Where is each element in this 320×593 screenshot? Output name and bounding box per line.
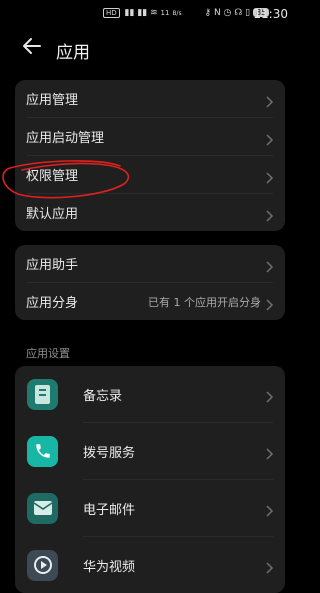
app-management-item[interactable]: 应用管理 bbox=[15, 80, 285, 117]
alarm-icon: ◷ bbox=[223, 8, 232, 18]
app-label: 备忘录 bbox=[83, 388, 123, 404]
signal-icon-2: ▮▮ bbox=[137, 8, 148, 18]
vibrate-icon: ▯ bbox=[245, 8, 251, 18]
app-startup-management-item[interactable]: 应用启动管理 bbox=[15, 118, 285, 155]
section-title-app-settings: 应用设置 bbox=[26, 347, 70, 360]
nfc-icon: N bbox=[213, 8, 221, 18]
wifi-icon: ≋ bbox=[150, 8, 158, 18]
chevron-right-icon bbox=[266, 93, 274, 108]
app-label: 电子邮件 bbox=[83, 502, 136, 518]
key-icon: ⚷ bbox=[204, 8, 212, 18]
permission-management-item[interactable]: 权限管理 bbox=[15, 156, 285, 193]
chevron-right-icon bbox=[266, 169, 274, 184]
email-icon bbox=[27, 492, 58, 524]
app-header: 应用 bbox=[0, 36, 300, 66]
phone-icon bbox=[27, 435, 58, 467]
item-label: 应用管理 bbox=[26, 93, 79, 108]
network-type-badge: HD bbox=[103, 8, 120, 18]
page-title: 应用 bbox=[56, 43, 90, 63]
item-label: 应用助手 bbox=[26, 258, 79, 273]
app-item-huawei-video[interactable]: 华为视频 bbox=[15, 537, 285, 593]
item-label: 默认应用 bbox=[26, 207, 79, 222]
status-bar: HD ▮▮ ▮▮ ≋ 11 B/s ⚷ N ◷ ☊ ▯ 85 11:30 bbox=[0, 0, 300, 30]
item-label: 权限管理 bbox=[26, 169, 79, 184]
video-icon bbox=[27, 549, 58, 581]
chevron-right-icon bbox=[266, 207, 274, 222]
default-apps-item[interactable]: 默认应用 bbox=[15, 194, 285, 231]
net-speed: 11 bbox=[160, 9, 170, 17]
app-management-card: 应用管理 应用启动管理 权限管理 默认应用 bbox=[15, 80, 285, 231]
chevron-right-icon bbox=[266, 445, 274, 460]
app-label: 拨号服务 bbox=[83, 445, 136, 461]
item-label: 应用分身 bbox=[26, 296, 79, 311]
net-speed-unit: B/s bbox=[172, 10, 182, 17]
arrow-left-icon bbox=[23, 38, 41, 54]
memo-icon bbox=[27, 378, 58, 410]
app-twin-item[interactable]: 应用分身 已有 1 个应用开启分身 bbox=[15, 283, 285, 320]
app-item-memo[interactable]: 备忘录 bbox=[15, 366, 285, 422]
chevron-right-icon bbox=[266, 388, 274, 403]
app-item-dialer[interactable]: 拨号服务 bbox=[15, 423, 285, 479]
app-label: 华为视频 bbox=[83, 559, 136, 575]
chevron-right-icon bbox=[266, 502, 274, 517]
item-label: 应用启动管理 bbox=[26, 131, 105, 146]
app-settings-list: 备忘录 拨号服务 电子邮件 华为视频 bbox=[15, 366, 285, 593]
clock: 11:30 bbox=[253, 7, 288, 21]
app-assistant-card: 应用助手 应用分身 已有 1 个应用开启分身 bbox=[15, 245, 285, 320]
app-twin-status: 已有 1 个应用开启分身 bbox=[148, 295, 261, 309]
signal-icon: ▮▮ bbox=[124, 8, 135, 18]
back-button[interactable] bbox=[22, 36, 46, 60]
headset-icon: ☊ bbox=[234, 8, 243, 18]
chevron-right-icon bbox=[266, 258, 274, 273]
chevron-right-icon bbox=[266, 559, 274, 574]
app-assistant-item[interactable]: 应用助手 bbox=[15, 245, 285, 282]
chevron-right-icon bbox=[266, 296, 274, 311]
chevron-right-icon bbox=[266, 131, 274, 146]
app-item-email[interactable]: 电子邮件 bbox=[15, 480, 285, 536]
status-icons: HD ▮▮ ▮▮ ≋ 11 B/s ⚷ N ◷ ☊ ▯ 85 bbox=[103, 8, 271, 18]
